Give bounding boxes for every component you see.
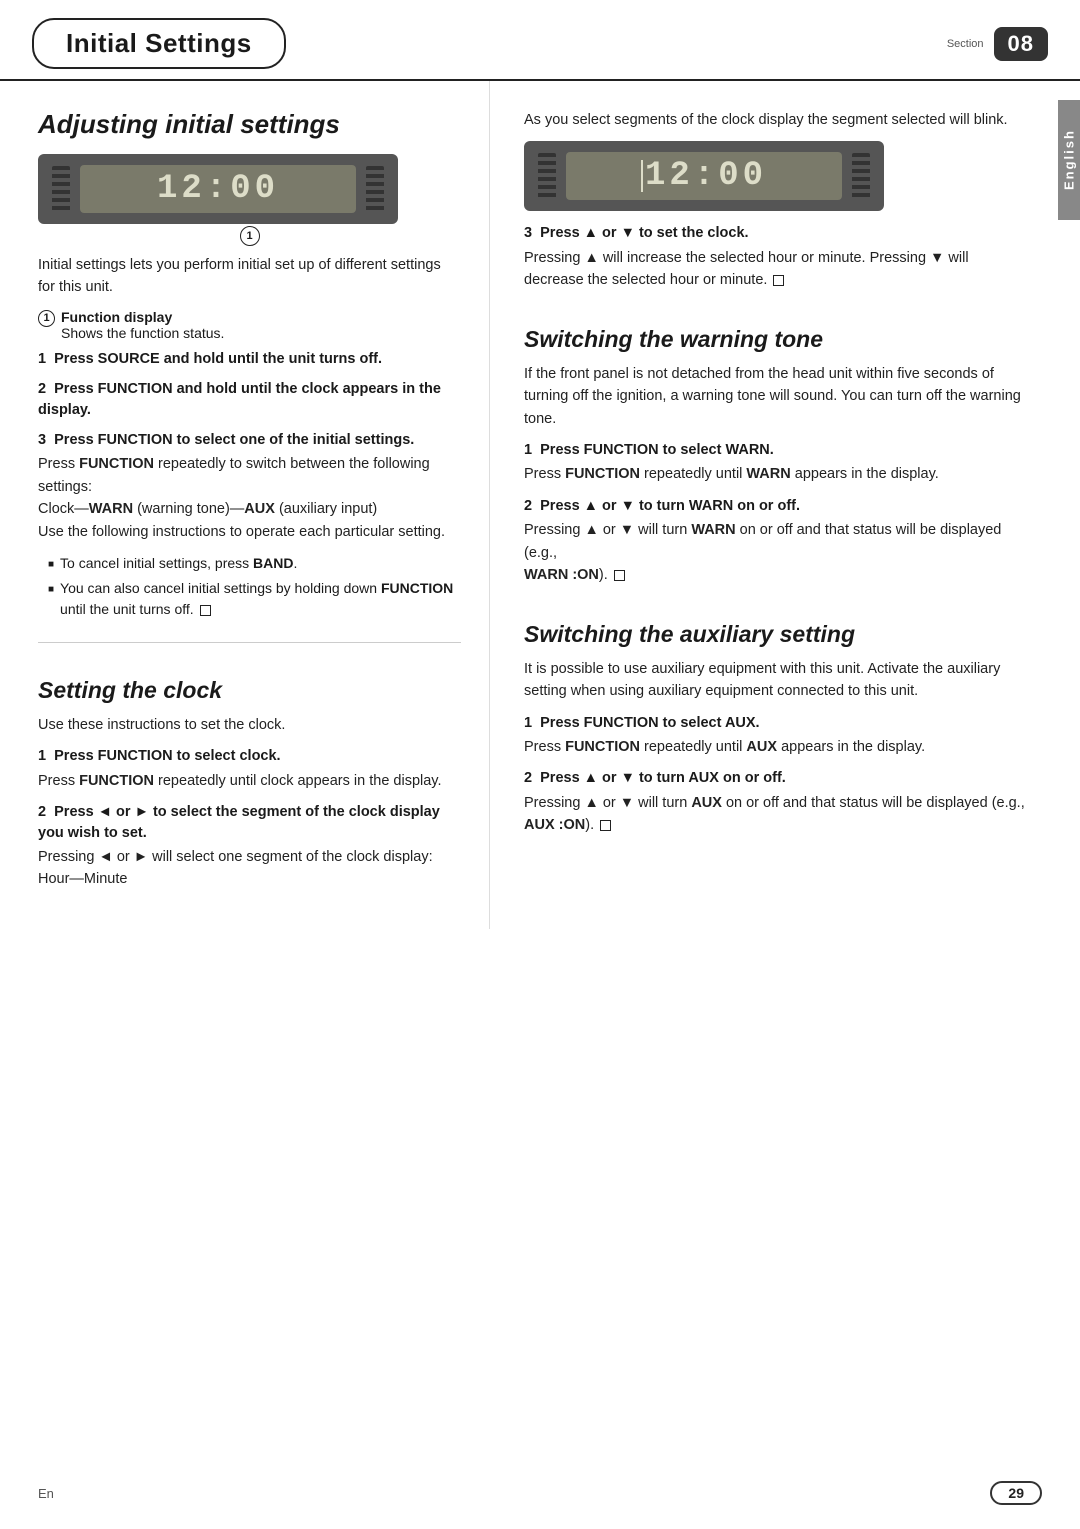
display-time-left: 12:00 — [157, 170, 279, 208]
grid-bars-left — [52, 166, 70, 212]
clock-step-1: 1 Press FUNCTION to select clock. Press … — [38, 746, 461, 792]
step-1: 1 Press SOURCE and hold until the unit t… — [38, 349, 461, 369]
page-footer: En 29 — [0, 1481, 1080, 1505]
bullet-2: ■ You can also cancel initial settings b… — [48, 578, 461, 620]
warn-step-1: 1 Press FUNCTION to select WARN. Press F… — [524, 440, 1030, 486]
clock-step-1-body: Press FUNCTION repeatedly until clock ap… — [38, 770, 461, 792]
clock-step-3: 3 Press ▲ or ▼ to set the clock. Pressin… — [524, 223, 1030, 291]
display-wrapper: 12:00 1 — [38, 154, 461, 224]
clock-step-1-heading: 1 Press FUNCTION to select clock. — [38, 746, 461, 766]
bullet-icon-1: ■ — [48, 557, 54, 572]
right-display-wrapper: 12:00 — [524, 141, 1030, 211]
aux-intro: It is possible to use auxiliary equipmen… — [524, 658, 1030, 703]
step-1-heading: 1 Press SOURCE and hold until the unit t… — [38, 349, 461, 369]
setting-clock-title: Setting the clock — [38, 677, 461, 704]
clock-step-3-body: Pressing ▲ will increase the selected ho… — [524, 247, 1030, 292]
page-header: Initial Settings Section 08 — [0, 0, 1080, 81]
col-divider — [38, 642, 461, 643]
aux-step-1-heading: 1 Press FUNCTION to select AUX. — [524, 713, 1030, 733]
step-2-heading: 2 Press FUNCTION and hold until the cloc… — [38, 379, 461, 420]
display-screen: 12:00 — [80, 165, 356, 213]
warn-step-1-body: Press FUNCTION repeatedly until WARN app… — [524, 463, 1030, 485]
clock-step-3-heading: 3 Press ▲ or ▼ to set the clock. — [524, 223, 1030, 243]
footer-lang: En — [38, 1486, 54, 1501]
section-label: Section — [947, 38, 984, 50]
display-unit: 12:00 — [38, 154, 398, 224]
callout-1: 1 — [240, 226, 260, 246]
aux-title: Switching the auxiliary setting — [524, 621, 1030, 648]
step-3-heading: 3 Press FUNCTION to select one of the in… — [38, 430, 461, 450]
aux-step-2: 2 Press ▲ or ▼ to turn AUX on or off. Pr… — [524, 768, 1030, 836]
right-display-unit: 12:00 — [524, 141, 884, 211]
bullet-icon-2: ■ — [48, 582, 54, 597]
step-3: 3 Press FUNCTION to select one of the in… — [38, 430, 461, 620]
bullet-list: ■ To cancel initial settings, press BAND… — [48, 553, 461, 620]
right-column: As you select segments of the clock disp… — [490, 81, 1080, 929]
clock-step-2-heading: 2 Press ◄ or ► to select the segment of … — [38, 802, 461, 843]
bullet-2-text: You can also cancel initial settings by … — [60, 578, 461, 620]
warn-step-2: 2 Press ▲ or ▼ to turn WARN on or off. P… — [524, 496, 1030, 587]
aux-step-1-body: Press FUNCTION repeatedly until AUX appe… — [524, 736, 1030, 758]
step-2: 2 Press FUNCTION and hold until the cloc… — [38, 379, 461, 420]
left-column: Adjusting initial settings 12:00 1 Initi… — [0, 81, 490, 929]
section-badge: 08 — [994, 27, 1048, 61]
note-square-2 — [773, 275, 784, 286]
aux-step-1: 1 Press FUNCTION to select AUX. Press FU… — [524, 713, 1030, 759]
clock-step-2-body: Pressing ◄ or ► will select one segment … — [38, 846, 461, 891]
note-square-4 — [600, 820, 611, 831]
warn-step-2-body: Pressing ▲ or ▼ will turn WARN on or off… — [524, 519, 1030, 586]
aux-step-2-heading: 2 Press ▲ or ▼ to turn AUX on or off. — [524, 768, 1030, 788]
right-display-time: 12:00 — [645, 157, 767, 195]
setting-clock-intro: Use these instructions to set the clock. — [38, 714, 461, 736]
warn-step-1-heading: 1 Press FUNCTION to select WARN. — [524, 440, 1030, 460]
right-grid-bars-right — [852, 153, 870, 199]
adjusting-title: Adjusting initial settings — [38, 109, 461, 140]
section-area: Section 08 — [947, 27, 1048, 61]
right-grid-bars-left — [538, 153, 556, 199]
function-display-desc: Shows the function status. — [61, 325, 224, 341]
blink-cursor — [641, 160, 643, 192]
language-bar: English — [1058, 100, 1080, 220]
step-3-body: Press FUNCTION repeatedly to switch betw… — [38, 453, 461, 543]
main-content: Adjusting initial settings 12:00 1 Initi… — [0, 81, 1080, 929]
clock-step-2: 2 Press ◄ or ► to select the segment of … — [38, 802, 461, 891]
step-1-text: Press SOURCE and hold until the unit tur… — [54, 351, 382, 367]
callout-circle: 1 — [38, 310, 55, 327]
bullet-1: ■ To cancel initial settings, press BAND… — [48, 553, 461, 574]
callout-item: 1 Function display Shows the function st… — [38, 309, 461, 341]
aux-step-2-body: Pressing ▲ or ▼ will turn AUX on or off … — [524, 792, 1030, 837]
note-square-3 — [614, 570, 625, 581]
blink-intro: As you select segments of the clock disp… — [524, 109, 1030, 131]
warn-step-2-heading: 2 Press ▲ or ▼ to turn WARN on or off. — [524, 496, 1030, 516]
grid-bars-right — [366, 166, 384, 212]
page-number: 29 — [990, 1481, 1042, 1505]
warning-tone-title: Switching the warning tone — [524, 326, 1030, 353]
warning-tone-intro: If the front panel is not detached from … — [524, 363, 1030, 430]
bullet-1-text: To cancel initial settings, press BAND. — [60, 553, 297, 574]
page-title: Initial Settings — [32, 18, 286, 69]
right-display-screen: 12:00 — [566, 152, 842, 200]
callout-text: Function display Shows the function stat… — [61, 309, 224, 341]
note-square — [200, 605, 211, 616]
function-display-label: Function display — [61, 309, 172, 325]
intro-text: Initial settings lets you perform initia… — [38, 254, 461, 299]
